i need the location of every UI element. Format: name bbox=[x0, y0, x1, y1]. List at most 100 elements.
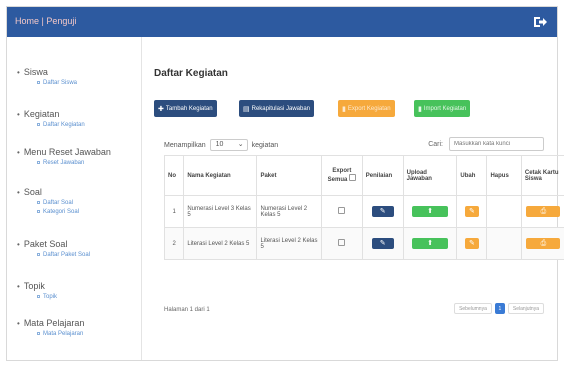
sidebar-item-label: Kegiatan bbox=[23, 109, 60, 119]
breadcrumb[interactable]: Home | Penguji bbox=[15, 16, 76, 26]
column-header-ubah[interactable]: Ubah bbox=[456, 155, 488, 196]
pagination-previous[interactable]: Sebelumnya bbox=[454, 303, 492, 314]
column-header-penilaian[interactable]: Penilaian bbox=[361, 155, 404, 196]
cell-no: 1 bbox=[163, 195, 185, 228]
cell-no: 2 bbox=[163, 227, 185, 260]
sidebar-group-mata-pelajaran: • Mata Pelajaran Mata Pelajaran bbox=[17, 318, 84, 337]
sidebar-subitem-daftar-paket-soal[interactable]: Daftar Paket Soal bbox=[37, 252, 90, 258]
export-kegiatan-button[interactable]: ▮ Export Kegiatan bbox=[338, 100, 395, 117]
cell-nama: Numerasi Level 3 Kelas 5 bbox=[183, 195, 258, 228]
table-header-row: No Nama Kegiatan Paket Export Semua Peni… bbox=[163, 155, 564, 196]
plus-icon: ✚ bbox=[158, 105, 164, 113]
file-export-icon: ▮ bbox=[342, 105, 346, 113]
sidebar: • Siswa Daftar Siswa • Kegiatan Daftar Keg… bbox=[7, 37, 142, 360]
sidebar-subitem-label: Daftar Kegiatan bbox=[43, 122, 85, 128]
kegiatan-table: No Nama Kegiatan Paket Export Semua Peni… bbox=[163, 155, 564, 260]
button-label: Import Kegiatan bbox=[423, 105, 467, 112]
table-search: Cari: bbox=[428, 137, 544, 151]
sidebar-subitem-label: Reset Jawaban bbox=[43, 160, 85, 166]
row-export-checkbox[interactable] bbox=[338, 207, 346, 214]
bullet-icon: • bbox=[17, 318, 20, 328]
column-header-export: Export Semua bbox=[320, 155, 363, 196]
sidebar-subitem-daftar-kegiatan[interactable]: Daftar Kegiatan bbox=[37, 122, 85, 128]
entries-select[interactable]: 10 ⌄ bbox=[209, 139, 248, 151]
sidebar-group-topik: • Topik Topik bbox=[17, 281, 57, 300]
sidebar-item-menu-reset-jawaban[interactable]: • Menu Reset Jawaban bbox=[17, 147, 111, 157]
sidebar-group-soal: • Soal Daftar Soal Kategori Soal bbox=[17, 187, 79, 215]
sidebar-item-label: Mata Pelajaran bbox=[23, 318, 85, 328]
button-label: Export Kegiatan bbox=[347, 105, 391, 112]
sidebar-subitem-label: Kategori Soal bbox=[43, 209, 80, 215]
button-label: Tambah Kegiatan bbox=[165, 105, 213, 112]
cell-upload: ⬆ bbox=[402, 195, 458, 228]
sidebar-subitem-daftar-siswa[interactable]: Daftar Siswa bbox=[37, 80, 77, 86]
column-header-hapus[interactable]: Hapus bbox=[486, 155, 522, 196]
square-bullet-icon bbox=[37, 331, 40, 335]
upload-icon[interactable]: ⬆ bbox=[412, 206, 448, 217]
sidebar-subitem-topik[interactable]: Topik bbox=[37, 294, 57, 300]
row-export-checkbox[interactable] bbox=[338, 239, 346, 246]
cell-cetak: ⎙ bbox=[520, 195, 564, 228]
sidebar-item-mata-pelajaran[interactable]: • Mata Pelajaran bbox=[17, 318, 84, 328]
search-input[interactable] bbox=[449, 137, 544, 151]
bullet-icon: • bbox=[17, 109, 20, 119]
square-bullet-icon bbox=[37, 122, 40, 126]
sidebar-item-soal[interactable]: • Soal bbox=[17, 187, 79, 197]
page-title: Daftar Kegiatan bbox=[154, 68, 228, 79]
sidebar-subitem-label: Daftar Soal bbox=[43, 200, 74, 206]
export-all-checkbox[interactable] bbox=[349, 174, 357, 181]
bullet-icon: • bbox=[17, 67, 20, 77]
app-window: Home | Penguji • Siswa Daftar Siswa • Kegi… bbox=[6, 6, 564, 361]
column-header-nama[interactable]: Nama Kegiatan bbox=[183, 155, 258, 196]
import-kegiatan-button[interactable]: ▮ Import Kegiatan bbox=[414, 100, 471, 117]
pencil-icon[interactable]: ✎ bbox=[371, 238, 394, 249]
sidebar-subitem-reset-jawaban[interactable]: Reset Jawaban bbox=[37, 160, 111, 166]
search-label: Cari: bbox=[428, 140, 443, 148]
sidebar-item-label: Topik bbox=[23, 281, 45, 291]
cell-nama: Literasi Level 2 Kelas 5 bbox=[183, 227, 258, 260]
pagination-page-1[interactable]: 1 bbox=[494, 303, 505, 314]
edit-icon[interactable]: ✎ bbox=[464, 238, 479, 249]
add-kegiatan-button[interactable]: ✚ Tambah Kegiatan bbox=[154, 100, 217, 117]
pagination-next[interactable]: Selanjutnya bbox=[507, 303, 544, 314]
sidebar-item-paket-soal[interactable]: • Paket Soal bbox=[17, 239, 90, 249]
upload-icon[interactable]: ⬆ bbox=[412, 238, 448, 249]
table-row: 2 Literasi Level 2 Kelas 5 Literasi Leve… bbox=[163, 227, 564, 260]
print-icon[interactable]: ⎙ bbox=[526, 238, 561, 249]
cell-cetak: ⎙ bbox=[520, 227, 564, 260]
sidebar-group-reset: • Menu Reset Jawaban Reset Jawaban bbox=[17, 147, 111, 166]
entries-suffix: kegiatan bbox=[251, 141, 279, 149]
sidebar-subitem-label: Daftar Siswa bbox=[43, 80, 78, 86]
column-header-paket[interactable]: Paket bbox=[256, 155, 322, 196]
sidebar-item-kegiatan[interactable]: • Kegiatan bbox=[17, 109, 85, 119]
cell-hapus bbox=[486, 227, 522, 260]
cell-penilaian: ✎ bbox=[361, 195, 404, 228]
sidebar-subitem-daftar-soal[interactable]: Daftar Soal bbox=[37, 200, 79, 206]
recap-answers-button[interactable]: ▤ Rekapitulasi Jawaban bbox=[239, 100, 314, 117]
sidebar-item-topik[interactable]: • Topik bbox=[17, 281, 57, 291]
cell-export bbox=[320, 195, 363, 228]
sidebar-subitem-kategori-soal[interactable]: Kategori Soal bbox=[37, 209, 79, 215]
top-navbar: Home | Penguji bbox=[7, 7, 557, 37]
print-icon[interactable]: ⎙ bbox=[526, 206, 561, 217]
sidebar-subitem-mata-pelajaran[interactable]: Mata Pelajaran bbox=[37, 331, 84, 337]
bullet-icon: • bbox=[17, 281, 20, 291]
sidebar-item-siswa[interactable]: • Siswa bbox=[17, 67, 77, 77]
cell-hapus bbox=[486, 195, 522, 228]
column-header-no[interactable]: No bbox=[163, 155, 185, 196]
bullet-icon: • bbox=[17, 147, 20, 157]
sidebar-item-label: Soal bbox=[23, 187, 42, 197]
cell-paket: Literasi Level 2 Kelas 5 bbox=[256, 227, 322, 260]
column-header-upload[interactable]: Upload Jawaban bbox=[402, 155, 458, 196]
pencil-icon[interactable]: ✎ bbox=[371, 206, 394, 217]
cell-export bbox=[320, 227, 363, 260]
printer-icon: ▤ bbox=[243, 105, 250, 113]
entries-label: Menampilkan bbox=[164, 141, 206, 149]
edit-icon[interactable]: ✎ bbox=[464, 206, 479, 217]
column-header-cetak[interactable]: Cetak Kartu Siswa bbox=[520, 155, 564, 196]
square-bullet-icon bbox=[37, 294, 40, 298]
sidebar-group-paket-soal: • Paket Soal Daftar Paket Soal bbox=[17, 239, 90, 258]
export-header-label: Export Semua bbox=[327, 168, 352, 183]
sign-out-icon[interactable] bbox=[532, 14, 548, 30]
table-row: 1 Numerasi Level 3 Kelas 5 Numerasi Leve… bbox=[163, 195, 564, 228]
